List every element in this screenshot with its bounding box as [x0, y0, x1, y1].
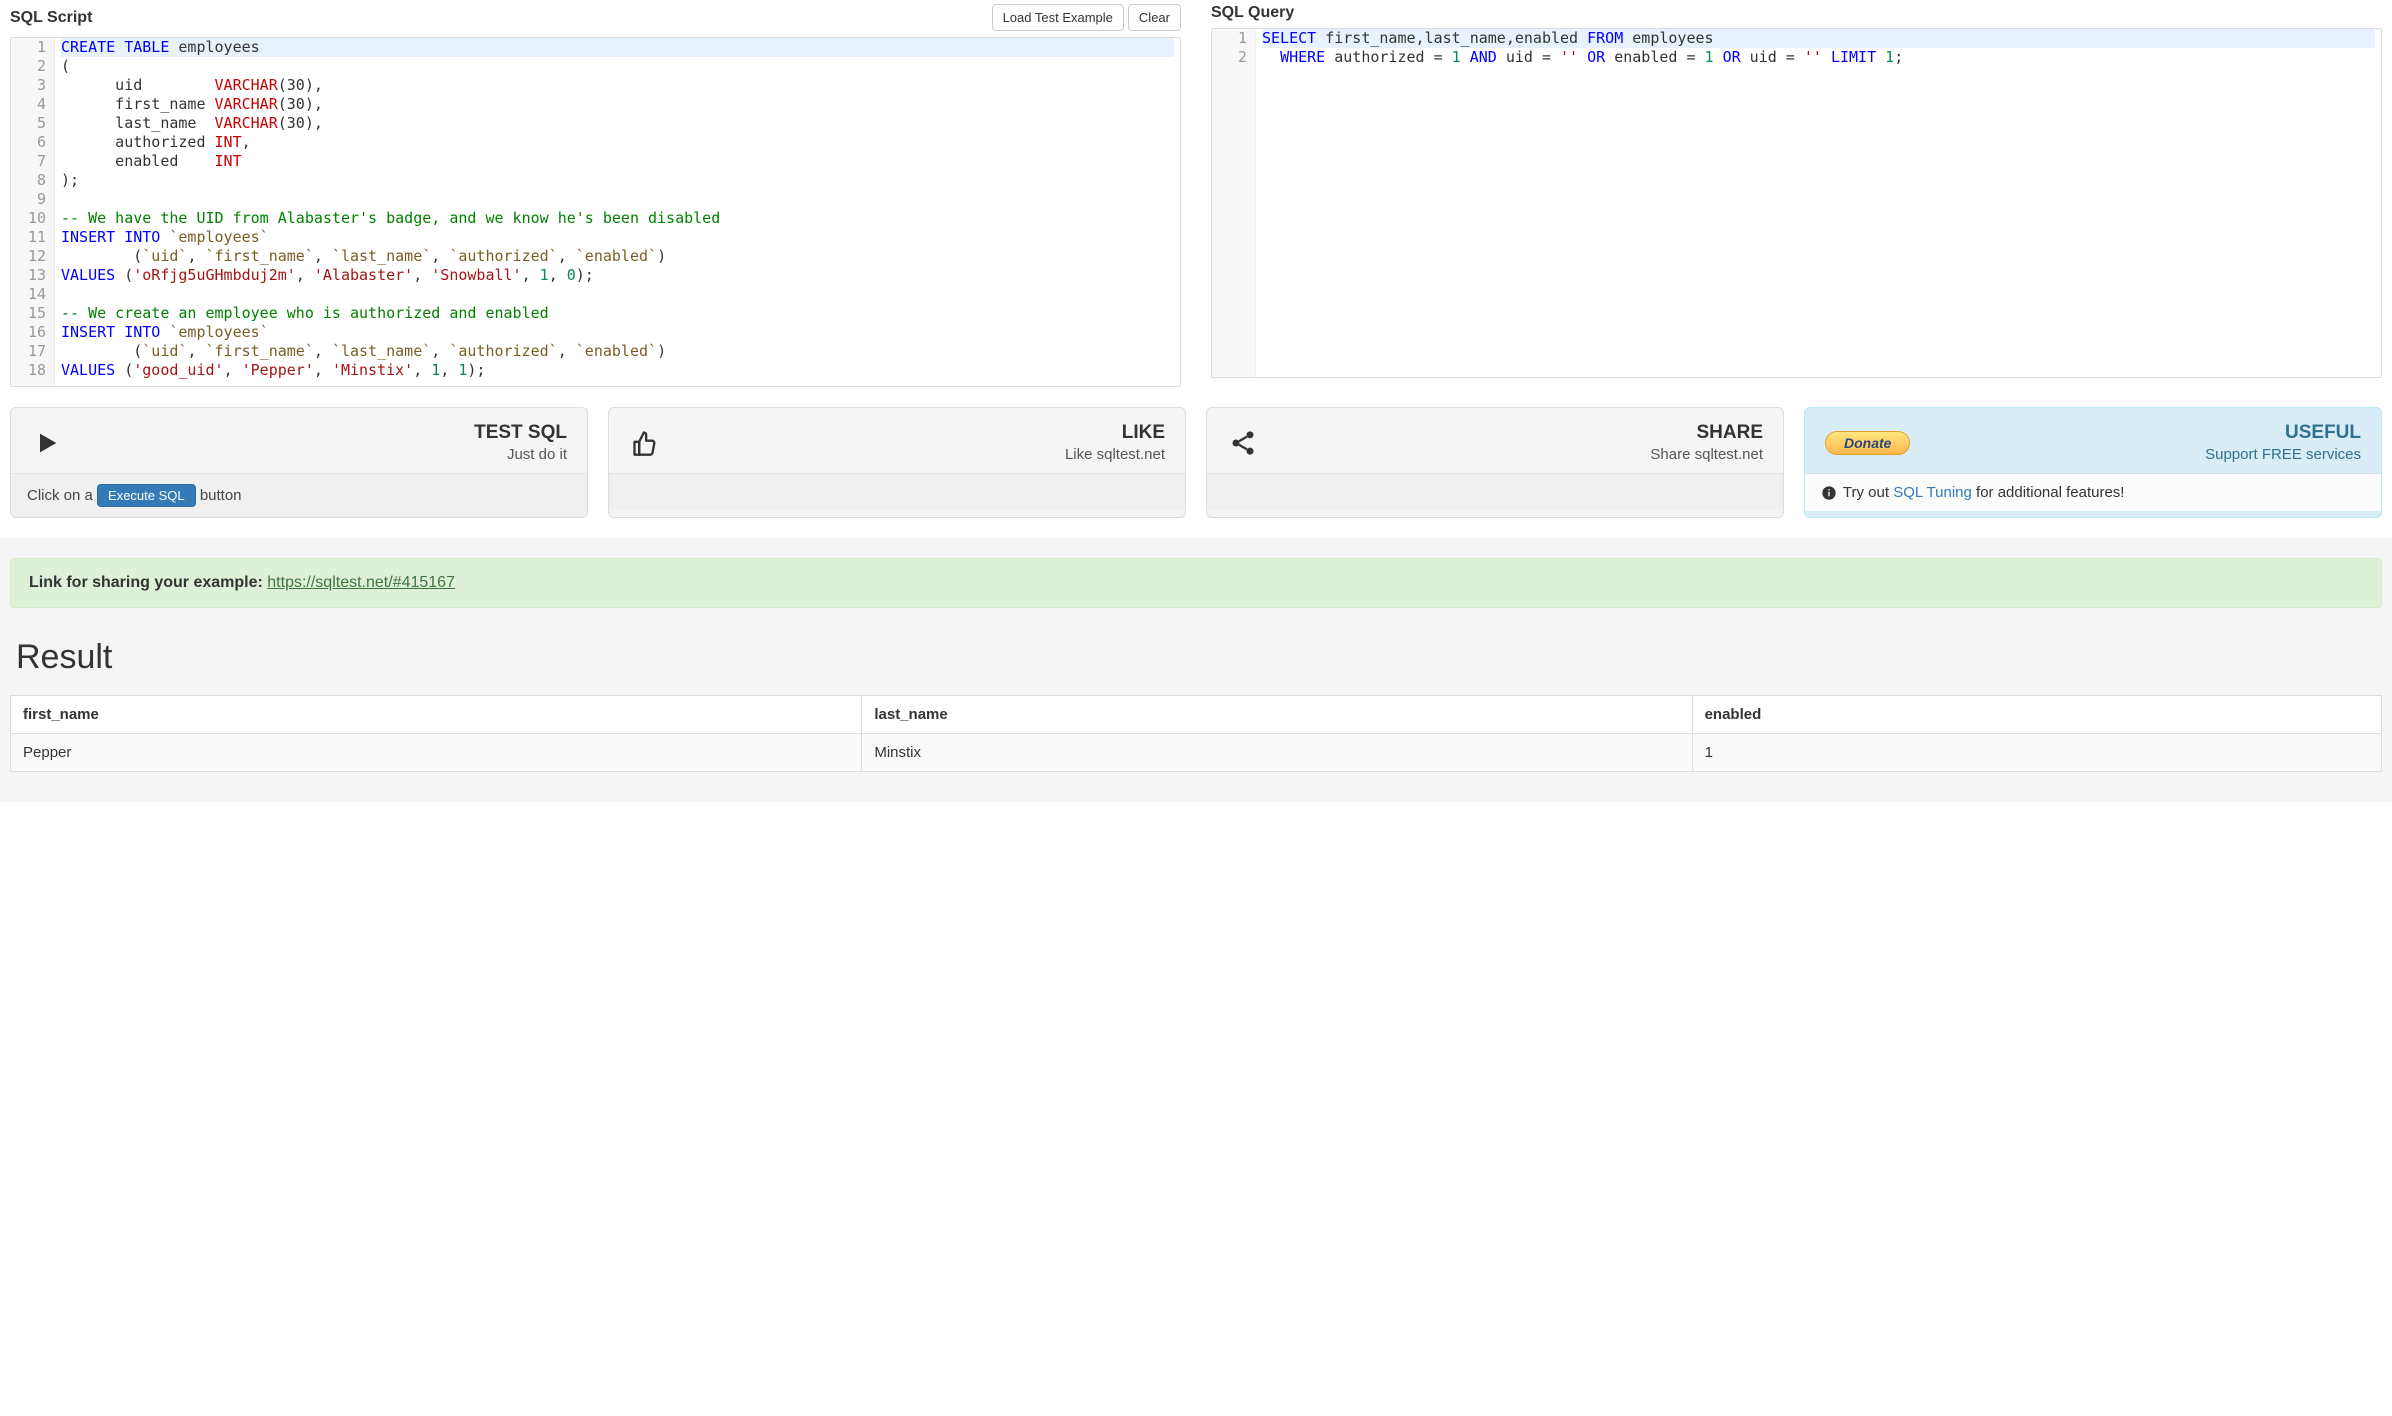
code-line[interactable]: VALUES ('good_uid', 'Pepper', 'Minstix',… [61, 361, 1174, 380]
test-sql-footer: Click on a Execute SQL button [11, 473, 587, 517]
share-subtitle: Share sqltest.net [1277, 446, 1763, 463]
share-icon [1227, 429, 1259, 457]
table-row: PepperMinstix1 [11, 734, 2382, 772]
table-cell: Minstix [862, 734, 1692, 772]
code-line[interactable]: (`uid`, `first_name`, `last_name`, `auth… [61, 247, 1174, 266]
results-section: Link for sharing your example: https://s… [0, 538, 2392, 802]
sql-query-editor[interactable]: 12 SELECT first_name,last_name,enabled F… [1211, 28, 2382, 378]
code-line[interactable]: CREATE TABLE employees [61, 38, 1174, 57]
test-sql-card[interactable]: TEST SQL Just do it Click on a Execute S… [10, 407, 588, 518]
test-sql-title: TEST SQL [81, 422, 567, 444]
code-line[interactable]: WHERE authorized = 1 AND uid = '' OR ena… [1262, 48, 2375, 67]
table-cell: 1 [1692, 734, 2381, 772]
load-test-example-button[interactable]: Load Test Example [992, 4, 1124, 31]
useful-title: USEFUL [1928, 422, 2361, 444]
code-line[interactable]: VALUES ('oRfjg5uGHmbduj2m', 'Alabaster',… [61, 266, 1174, 285]
code-line[interactable]: -- We create an employee who is authoriz… [61, 304, 1174, 323]
editor-gutter: 123456789101112131415161718 [11, 38, 55, 386]
code-line[interactable]: INSERT INTO `employees` [61, 228, 1174, 247]
share-link-alert: Link for sharing your example: https://s… [10, 558, 2382, 608]
footer-text: Try out [1843, 484, 1893, 501]
execute-sql-button[interactable]: Execute SQL [97, 484, 196, 507]
sql-script-editor[interactable]: 123456789101112131415161718 CREATE TABLE… [10, 37, 1181, 387]
share-link-url[interactable]: https://sqltest.net/#415167 [267, 574, 455, 591]
code-line[interactable]: (`uid`, `first_name`, `last_name`, `auth… [61, 342, 1174, 361]
useful-subtitle: Support FREE services [1928, 446, 2361, 463]
like-card[interactable]: LIKE Like sqltest.net [608, 407, 1186, 518]
editor-code-area[interactable]: CREATE TABLE employees( uid VARCHAR(30),… [55, 38, 1180, 386]
thumbs-up-icon [629, 429, 661, 457]
like-title: LIKE [679, 422, 1165, 444]
test-sql-subtitle: Just do it [81, 446, 567, 463]
column-header: first_name [11, 696, 862, 734]
code-line[interactable]: ); [61, 171, 1174, 190]
sql-tuning-link[interactable]: SQL Tuning [1893, 484, 1972, 501]
code-line[interactable] [61, 190, 1174, 209]
like-footer [609, 473, 1185, 511]
donate-button[interactable]: Donate [1825, 431, 1910, 455]
like-subtitle: Like sqltest.net [679, 446, 1165, 463]
code-line[interactable]: authorized INT, [61, 133, 1174, 152]
code-line[interactable]: SELECT first_name,last_name,enabled FROM… [1262, 29, 2375, 48]
sql-query-panel: SQL Query 12 SELECT first_name,last_name… [1211, 0, 2382, 387]
footer-text: for additional features! [1976, 484, 2124, 501]
editor-code-area[interactable]: SELECT first_name,last_name,enabled FROM… [1256, 29, 2381, 377]
code-line[interactable]: enabled INT [61, 152, 1174, 171]
sql-script-title: SQL Script [10, 9, 92, 27]
column-header: last_name [862, 696, 1692, 734]
editor-gutter: 12 [1212, 29, 1256, 377]
share-card[interactable]: SHARE Share sqltest.net [1206, 407, 1784, 518]
result-heading: Result [16, 638, 2382, 677]
info-icon [1821, 485, 1837, 501]
code-line[interactable]: INSERT INTO `employees` [61, 323, 1174, 342]
footer-text: Click on a [27, 487, 97, 504]
clear-button[interactable]: Clear [1128, 4, 1181, 31]
table-cell: Pepper [11, 734, 862, 772]
code-line[interactable]: uid VARCHAR(30), [61, 76, 1174, 95]
code-line[interactable]: first_name VARCHAR(30), [61, 95, 1174, 114]
useful-footer: Try out SQL Tuning for additional featur… [1805, 473, 2381, 511]
footer-text: button [200, 487, 242, 504]
code-line[interactable]: ( [61, 57, 1174, 76]
play-icon [31, 429, 63, 457]
code-line[interactable] [61, 285, 1174, 304]
result-table: first_namelast_nameenabled PepperMinstix… [10, 695, 2382, 772]
code-line[interactable]: last_name VARCHAR(30), [61, 114, 1174, 133]
useful-card: Donate USEFUL Support FREE services Try … [1804, 407, 2382, 518]
sql-script-panel: SQL Script Load Test Example Clear 12345… [10, 0, 1181, 387]
share-footer [1207, 473, 1783, 511]
sql-query-title: SQL Query [1211, 4, 1294, 22]
code-line[interactable]: -- We have the UID from Alabaster's badg… [61, 209, 1174, 228]
column-header: enabled [1692, 696, 2381, 734]
share-title: SHARE [1277, 422, 1763, 444]
share-link-label: Link for sharing your example: [29, 574, 263, 591]
